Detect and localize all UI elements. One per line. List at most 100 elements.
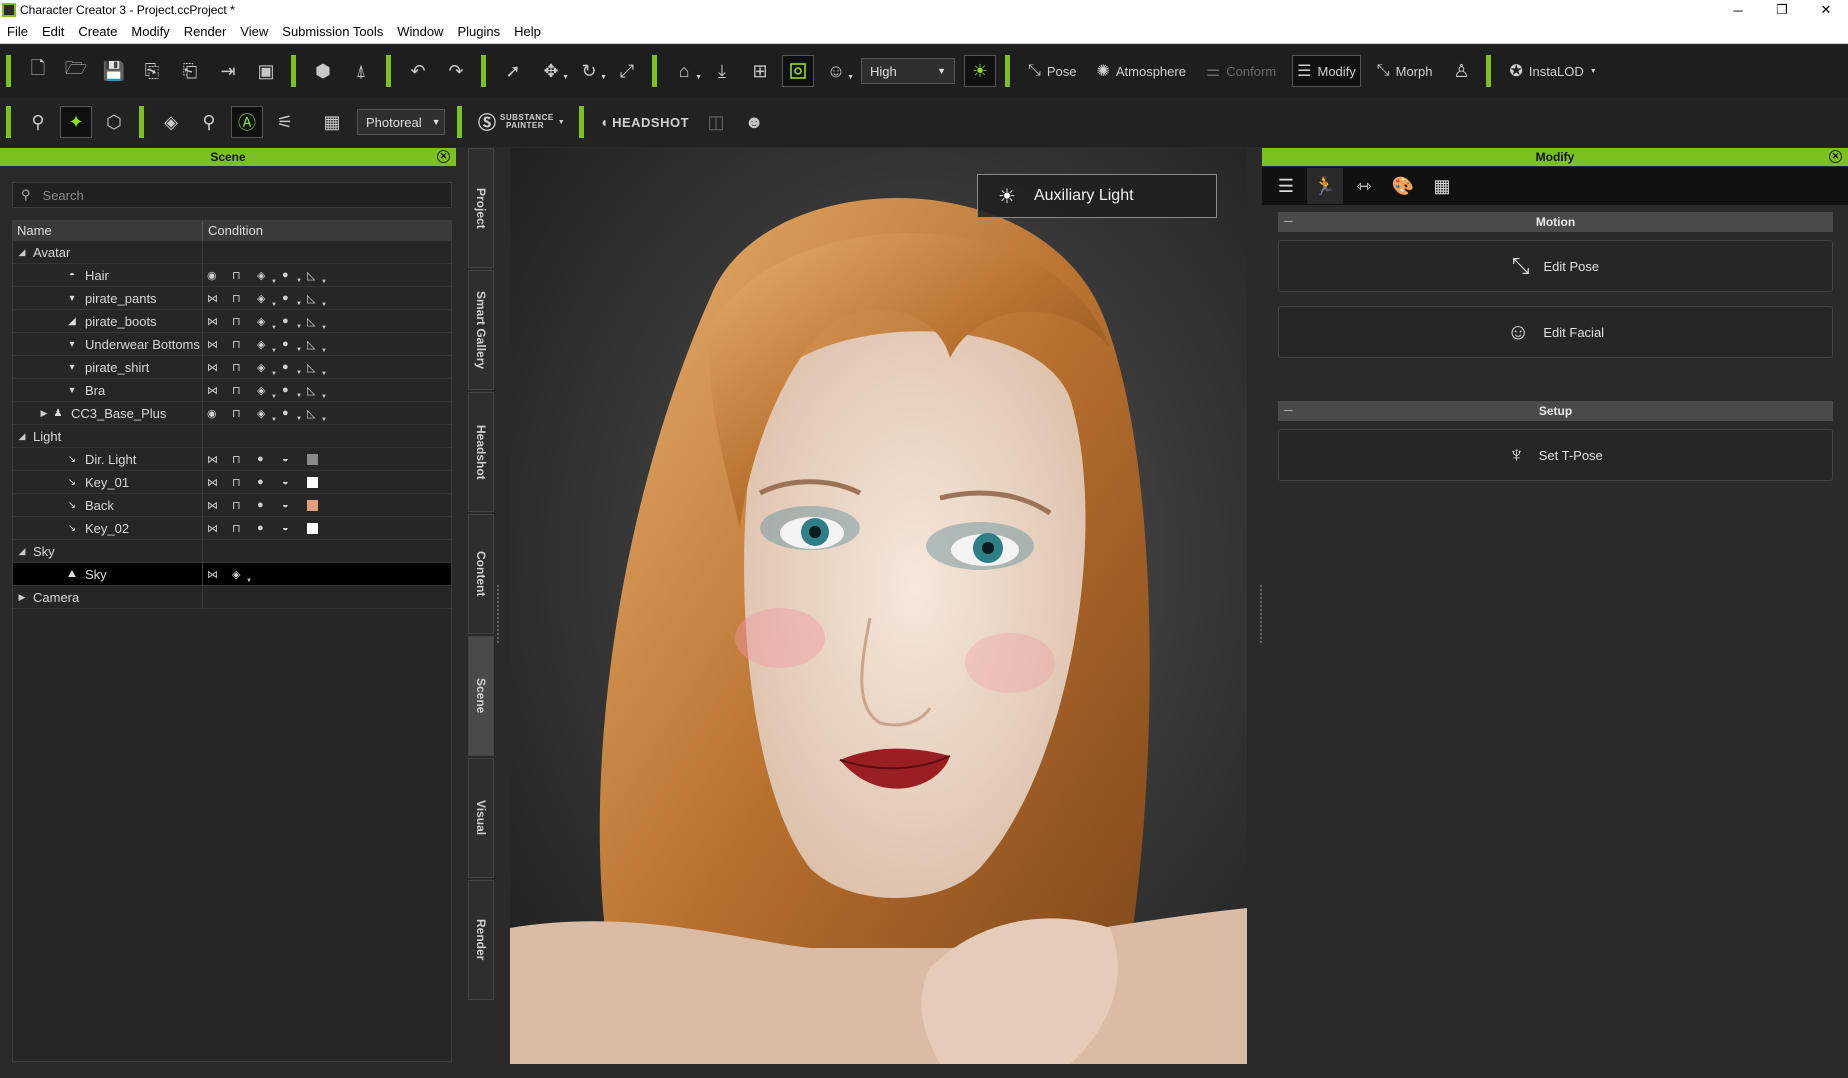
search-input[interactable] — [42, 187, 423, 203]
new-file-icon[interactable]: 🗋 — [22, 55, 54, 87]
head-outline-icon[interactable]: ◫ — [700, 106, 732, 138]
open-folder-icon[interactable]: 🗁 — [60, 55, 92, 87]
collapse-arrow-icon[interactable]: ◢ — [15, 546, 29, 557]
add-character-icon[interactable]: ✦ — [60, 106, 92, 138]
lock-icon[interactable]: ⊓ — [232, 361, 257, 374]
eye-closed-icon[interactable]: ⋈ — [207, 338, 232, 351]
menu-window[interactable]: Window — [390, 24, 450, 39]
shading-icon[interactable]: ● ▼ — [282, 269, 307, 284]
tree-row[interactable]: ▾ Underwear Bottoms ⋈ ⊓ ◈ ▼ ● ▼ ◺ ▼ — [13, 332, 451, 356]
texture-icon[interactable]: ◺ ▼ — [307, 292, 332, 308]
shadow-icon[interactable]: ◒ — [282, 476, 307, 488]
tab-scene[interactable]: Scene — [468, 636, 494, 756]
eye-closed-icon[interactable]: ⋈ — [207, 453, 232, 466]
menu-plugins[interactable]: Plugins — [450, 24, 507, 39]
auto-setup-icon[interactable]: Ⓐ — [231, 106, 263, 138]
shading-icon[interactable]: ● ▼ — [282, 338, 307, 353]
cubes-icon[interactable]: ⬡ — [98, 106, 130, 138]
quality-select[interactable]: High ▼ — [861, 58, 955, 84]
modify-button[interactable]: ☰ Modify — [1292, 55, 1361, 87]
tree-row[interactable]: ↘ Key_02 ⋈ ⊓ ● ◒ — [13, 516, 451, 540]
conform-button[interactable]: ⚌ Conform — [1202, 55, 1280, 87]
sun-light-icon[interactable]: ☀ — [964, 55, 996, 87]
create-figure-icon[interactable]: ⚲ — [22, 106, 54, 138]
tree-row[interactable]: ◢ Avatar — [13, 240, 451, 264]
tab-render[interactable]: Render — [468, 880, 494, 1000]
shading-icon[interactable]: ● ▼ — [282, 315, 307, 330]
eye-closed-icon[interactable]: ⋈ — [207, 522, 232, 535]
texture-checker-icon[interactable]: ▦ — [1424, 168, 1460, 204]
texture-icon[interactable]: ◺ ▼ — [307, 269, 332, 285]
lock-icon[interactable]: ⊓ — [232, 384, 257, 397]
texture-icon[interactable]: ◺ ▼ — [307, 384, 332, 400]
export-icon[interactable]: ⎗ — [174, 55, 206, 87]
face-emoji-icon[interactable]: ☺ ▼ — [820, 55, 854, 87]
shadow-icon[interactable]: ◒ — [282, 453, 307, 465]
3d-viewport[interactable]: ☀ Auxiliary Light — [510, 148, 1247, 1064]
import-icon[interactable]: ⎘ — [136, 55, 168, 87]
edit-pose-button[interactable]: ⤡ Edit Pose — [1278, 240, 1833, 292]
eye-closed-icon[interactable]: ⋈ — [207, 476, 232, 489]
tree-row[interactable]: ▾ pirate_pants ⋈ ⊓ ◈ ▼ ● ▼ ◺ ▼ — [13, 286, 451, 310]
lock-icon[interactable]: ⊓ — [232, 522, 257, 535]
close-icon[interactable]: ✕ — [437, 150, 450, 163]
cube-icon[interactable]: ◈ ▼ — [232, 568, 257, 584]
lock-icon[interactable]: ⊓ — [232, 292, 257, 305]
material-cube-icon[interactable]: ◈ — [155, 106, 187, 138]
light-bulb-icon[interactable]: ● — [257, 453, 282, 465]
menu-create[interactable]: Create — [71, 24, 124, 39]
tree-row[interactable]: ◓ Hair ◉ ⊓ ◈ ▼ ● ▼ ◺ ▼ — [13, 263, 451, 287]
tree-row[interactable]: ▾ pirate_shirt ⋈ ⊓ ◈ ▼ ● ▼ ◺ ▼ — [13, 355, 451, 379]
shading-icon[interactable]: ● ▼ — [282, 384, 307, 399]
menu-modify[interactable]: Modify — [124, 24, 176, 39]
light-color-swatch[interactable] — [307, 476, 318, 488]
cube-icon[interactable]: ◈ ▼ — [257, 338, 282, 354]
motion-pose-icon[interactable]: 🏃 — [1307, 168, 1343, 204]
morph-slider-icon[interactable]: ⇿ — [1346, 168, 1382, 204]
eye-closed-icon[interactable]: ⋈ — [207, 361, 232, 374]
eye-closed-icon[interactable]: ⋈ — [207, 568, 232, 581]
lock-icon[interactable]: ⊓ — [232, 407, 257, 420]
eye-icon[interactable]: ◉ — [207, 407, 232, 420]
splitter-handle[interactable] — [1259, 584, 1263, 644]
shadow-icon[interactable]: ◒ — [282, 499, 307, 511]
tab-headshot[interactable]: Headshot — [468, 392, 494, 512]
tab-project[interactable]: Project — [468, 148, 494, 268]
tree-row[interactable]: ↘ Back ⋈ ⊓ ● ◒ — [13, 493, 451, 517]
close-button[interactable]: ✕ — [1804, 0, 1848, 20]
scale-icon[interactable]: ⤢ — [611, 55, 643, 87]
tree-row[interactable]: ▶ ♟ CC3_Base_Plus ◉ ⊓ ◈ ▼ ● ▼ ◺ ▼ — [13, 401, 451, 425]
light-color-swatch[interactable] — [307, 453, 318, 465]
eye-closed-icon[interactable]: ⋈ — [207, 315, 232, 328]
substance-painter-button[interactable]: Ⓢ SUBSTANCE PAINTER ▼ — [478, 109, 565, 135]
cube-icon[interactable]: ◈ ▼ — [257, 292, 282, 308]
minimize-button[interactable]: ─ — [1716, 0, 1760, 20]
cube-icon[interactable]: ◈ ▼ — [257, 315, 282, 331]
lock-icon[interactable]: ⊓ — [232, 499, 257, 512]
tree-row[interactable]: ▶ Camera — [13, 585, 451, 609]
edit-facial-button[interactable]: ☺ Edit Facial — [1278, 306, 1833, 358]
column-header-condition[interactable]: Condition — [203, 221, 263, 241]
adjust-sliders-icon[interactable]: ⚟ — [269, 106, 301, 138]
collapse-arrow-icon[interactable]: ◢ — [15, 247, 29, 258]
undo-icon[interactable]: ↶ — [402, 55, 434, 87]
lock-icon[interactable]: ⊓ — [232, 338, 257, 351]
shading-icon[interactable]: ● ▼ — [282, 292, 307, 307]
rotate-icon[interactable]: ↻ ▼ — [573, 55, 607, 87]
tree-row[interactable]: ◢ pirate_boots ⋈ ⊓ ◈ ▼ ● ▼ ◺ ▼ — [13, 309, 451, 333]
menu-file[interactable]: File — [0, 24, 35, 39]
tree-row[interactable]: ▾ Bra ⋈ ⊓ ◈ ▼ ● ▼ ◺ ▼ — [13, 378, 451, 402]
move-icon[interactable]: ✥ ▼ — [535, 55, 569, 87]
cube-icon[interactable]: ◈ ▼ — [257, 384, 282, 400]
texture-icon[interactable]: ◺ ▼ — [307, 407, 332, 423]
close-icon[interactable]: ✕ — [1829, 150, 1842, 163]
calendar-icon[interactable]: ▦ — [316, 106, 348, 138]
eye-closed-icon[interactable]: ⋈ — [207, 292, 232, 305]
shadow-icon[interactable]: ◒ — [282, 522, 307, 534]
zoom-figure-icon[interactable]: ⚲ — [193, 106, 225, 138]
select-arrow-icon[interactable]: ➚ — [497, 55, 529, 87]
texture-icon[interactable]: ◺ ▼ — [307, 338, 332, 354]
morph-button[interactable]: ⤡ Morph — [1373, 55, 1437, 87]
expand-arrow-icon[interactable]: ▶ — [37, 408, 51, 419]
export-arrow-icon[interactable]: ⇥ — [212, 55, 244, 87]
